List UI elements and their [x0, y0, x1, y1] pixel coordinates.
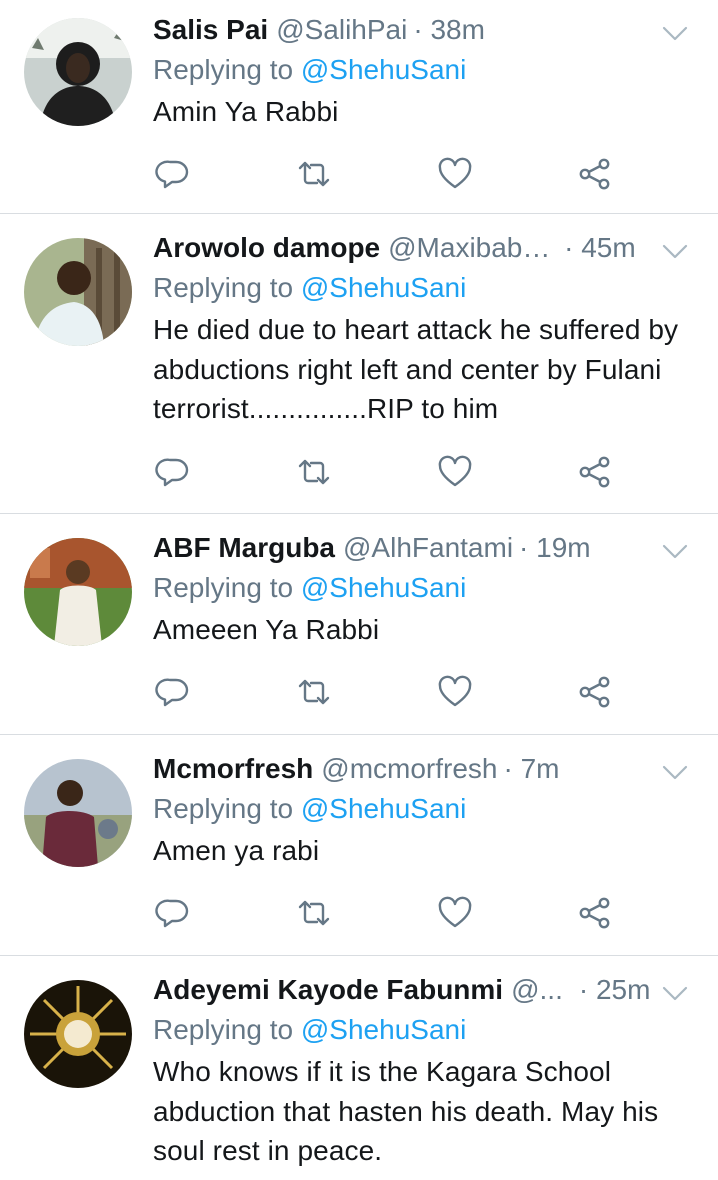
reply-icon[interactable] — [155, 895, 191, 931]
share-icon[interactable] — [577, 156, 613, 192]
tweet[interactable]: Salis Pai @SalihPai · 38m Replying to @S… — [0, 0, 718, 214]
replying-prefix: Replying to — [153, 272, 301, 303]
heart-icon[interactable] — [437, 674, 473, 710]
author-name[interactable]: Adeyemi Kayode Fabunmi — [153, 970, 503, 1010]
timestamp[interactable]: · 7m — [503, 749, 559, 789]
reply-icon[interactable] — [155, 156, 191, 192]
mention-link[interactable]: @ShehuSani — [301, 272, 466, 303]
tweet[interactable]: Arowolo damope @Maxibaba... · 45m Replyi… — [0, 214, 718, 514]
replying-to: Replying to @ShehuSani — [153, 50, 688, 90]
tweet-actions — [155, 454, 615, 494]
tweet[interactable]: Adeyemi Kayode Fabunmi @... · 25m Replyi… — [0, 956, 718, 1180]
chevron-down-icon[interactable] — [662, 980, 688, 1006]
chevron-down-icon[interactable] — [662, 20, 688, 46]
tweet-text: Ameeen Ya Rabbi — [153, 614, 380, 645]
share-icon[interactable] — [577, 895, 613, 931]
avatar[interactable] — [24, 980, 132, 1088]
replying-prefix: Replying to — [153, 572, 301, 603]
replying-prefix: Replying to — [153, 793, 301, 824]
heart-icon[interactable] — [437, 156, 473, 192]
heart-icon[interactable] — [437, 454, 473, 490]
retweet-icon[interactable] — [296, 674, 332, 710]
tweet-text: Amen ya rabi — [153, 835, 320, 866]
timestamp[interactable]: · 19m — [519, 528, 591, 568]
avatar[interactable] — [24, 759, 132, 867]
replying-to: Replying to @ShehuSani — [153, 1010, 688, 1050]
tweet-actions — [155, 674, 615, 714]
tweet-text: Amin Ya Rabbi — [153, 96, 339, 127]
timestamp[interactable]: · 38m — [413, 10, 485, 50]
author-handle[interactable]: @SalihPai — [276, 10, 407, 50]
retweet-icon[interactable] — [296, 454, 332, 490]
timestamp[interactable]: · 25m — [579, 970, 651, 1010]
avatar[interactable] — [24, 238, 132, 346]
tweet-text: He died due to heart attack he suffered … — [153, 314, 679, 424]
chevron-down-icon[interactable] — [662, 538, 688, 564]
author-handle[interactable]: @AlhFantami — [343, 528, 513, 568]
tweet-actions — [155, 156, 615, 196]
mention-link[interactable]: @ShehuSani — [301, 1014, 466, 1045]
replying-to: Replying to @ShehuSani — [153, 789, 688, 829]
share-icon[interactable] — [577, 674, 613, 710]
reply-icon[interactable] — [155, 674, 191, 710]
author-name[interactable]: Mcmorfresh — [153, 749, 313, 789]
retweet-icon[interactable] — [296, 156, 332, 192]
retweet-icon[interactable] — [296, 895, 332, 931]
mention-link[interactable]: @ShehuSani — [301, 793, 466, 824]
tweet-actions — [155, 895, 615, 935]
author-name[interactable]: Arowolo damope — [153, 228, 380, 268]
author-handle[interactable]: @Maxibaba... — [388, 228, 558, 268]
replying-prefix: Replying to — [153, 1014, 301, 1045]
replying-to: Replying to @ShehuSani — [153, 568, 688, 608]
avatar[interactable] — [24, 18, 132, 126]
author-handle[interactable]: @mcmorfresh — [321, 749, 497, 789]
replying-prefix: Replying to — [153, 54, 301, 85]
timestamp[interactable]: · 45m — [564, 228, 636, 268]
heart-icon[interactable] — [437, 895, 473, 931]
author-name[interactable]: ABF Marguba — [153, 528, 335, 568]
chevron-down-icon[interactable] — [662, 759, 688, 785]
mention-link[interactable]: @ShehuSani — [301, 54, 466, 85]
reply-icon[interactable] — [155, 454, 191, 490]
replying-to: Replying to @ShehuSani — [153, 268, 688, 308]
tweet[interactable]: Mcmorfresh @mcmorfresh · 7m Replying to … — [0, 735, 718, 956]
mention-link[interactable]: @ShehuSani — [301, 572, 466, 603]
share-icon[interactable] — [577, 454, 613, 490]
author-handle[interactable]: @... — [511, 970, 563, 1010]
chevron-down-icon[interactable] — [662, 238, 688, 264]
avatar[interactable] — [24, 538, 132, 646]
tweet[interactable]: ABF Marguba @AlhFantami · 19m Replying t… — [0, 514, 718, 735]
author-name[interactable]: Salis Pai — [153, 10, 268, 50]
tweet-text: Who knows if it is the Kagara School abd… — [153, 1056, 659, 1166]
